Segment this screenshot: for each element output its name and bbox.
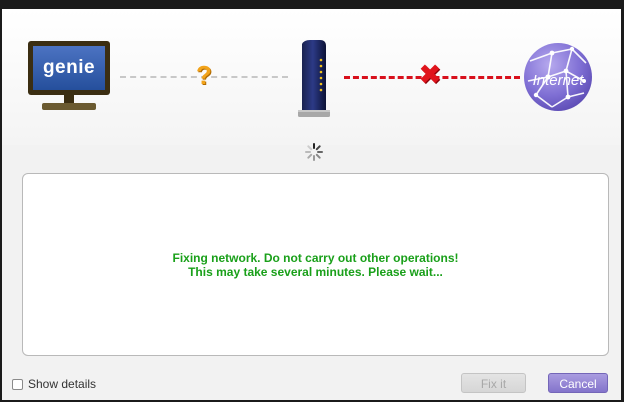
fix-it-button[interactable]: Fix it [461, 373, 526, 393]
monitor-screen: genie [28, 41, 110, 95]
internet-globe-icon: Internet [524, 43, 592, 111]
question-mark-icon: ? [196, 60, 212, 90]
cancel-button[interactable]: Cancel [548, 373, 608, 393]
status-message-line2: This may take several minutes. Please wa… [188, 264, 443, 279]
genie-logo-text: genie [42, 57, 96, 78]
show-details-toggle[interactable]: Show details [12, 376, 96, 392]
show-details-checkbox[interactable] [12, 378, 23, 390]
internet-label: Internet [533, 72, 585, 89]
router-icon [298, 40, 330, 117]
details-panel: Fixing network. Do not carry out other o… [22, 173, 609, 356]
computer-monitor-icon: genie [28, 41, 112, 113]
show-details-label: Show details [28, 377, 97, 391]
loading-spinner-icon [305, 143, 323, 161]
status-message-line1: Fixing network. Do not carry out other o… [172, 250, 459, 265]
error-x-icon: ✖ [418, 59, 442, 90]
